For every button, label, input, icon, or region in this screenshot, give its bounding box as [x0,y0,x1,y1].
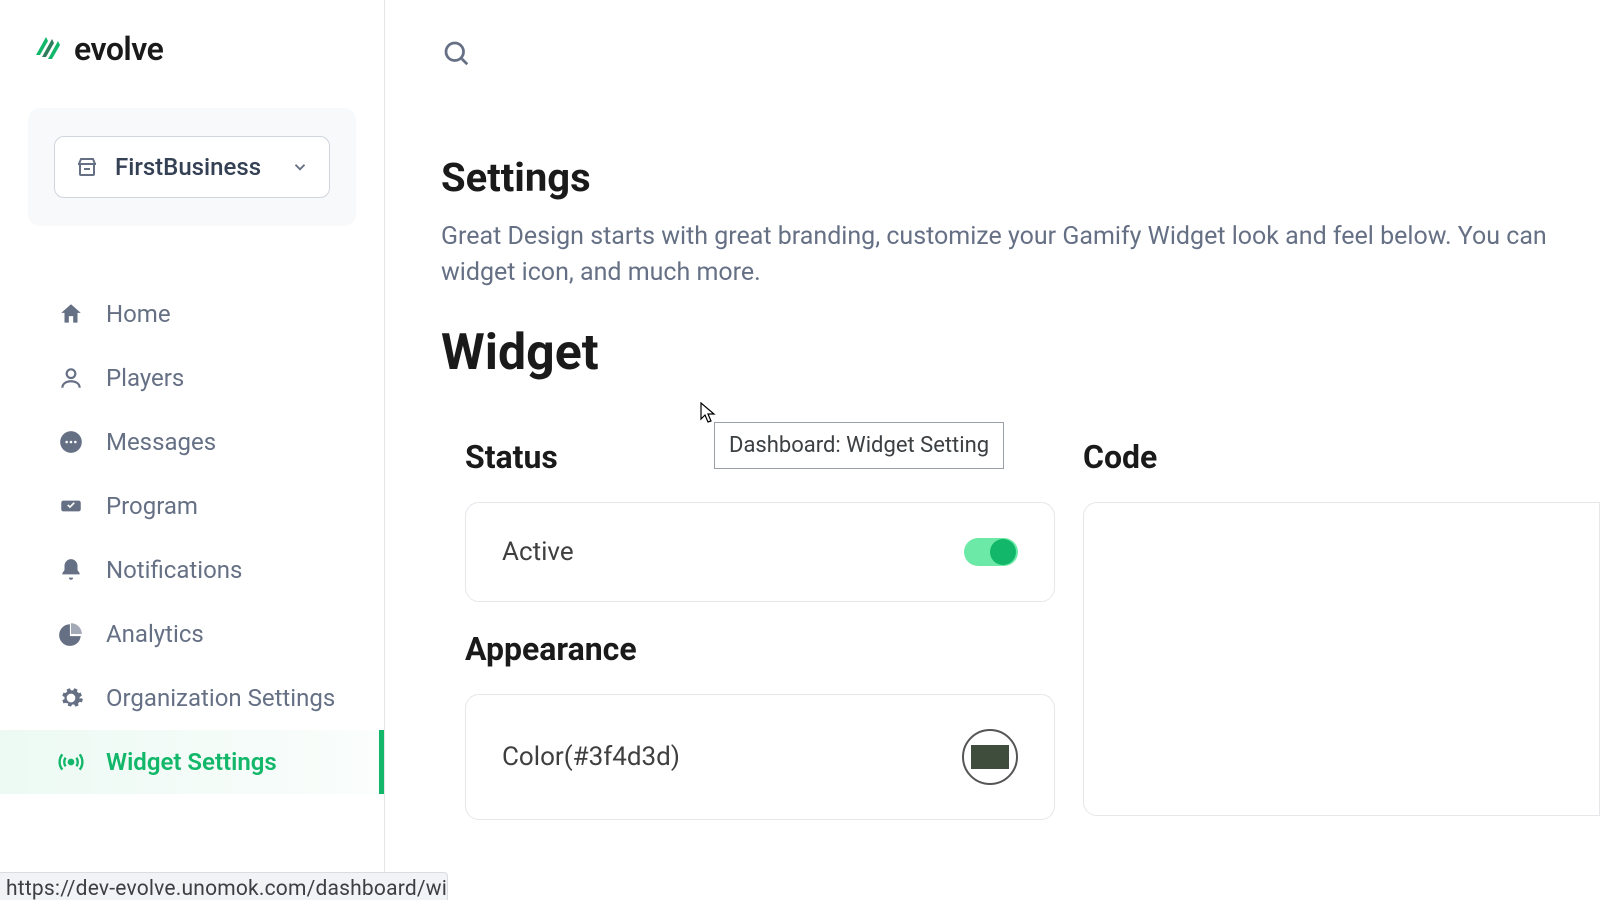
logo[interactable]: evolve [0,0,384,68]
code-snippet-box[interactable] [1083,502,1600,816]
nav-item-widget-settings[interactable]: Widget Settings [0,730,384,794]
tooltip: Dashboard: Widget Setting [714,422,1004,469]
nav-item-home[interactable]: Home [0,282,384,346]
toggle-knob [990,539,1016,565]
appearance-card: Color(#3f4d3d) [465,694,1055,820]
search-icon[interactable] [441,38,471,68]
logo-text: evolve [74,30,163,68]
chevron-down-icon [291,158,309,176]
nav-label: Notifications [106,556,242,584]
nav-item-notifications[interactable]: Notifications [0,538,384,602]
pie-chart-icon [58,621,84,647]
topbar [441,0,1600,72]
active-label: Active [502,537,574,567]
nav-label: Home [106,300,171,328]
nav-label: Messages [106,428,216,456]
sidebar: evolve FirstBusiness Home Players [0,0,385,900]
home-icon [58,301,84,327]
color-label: Color(#3f4d3d) [502,742,680,772]
code-heading: Code [1083,438,1600,476]
nav: Home Players Messages Program Notificati… [0,282,384,794]
section-title: Widget [441,324,1600,382]
broadcast-icon [58,749,84,775]
color-picker[interactable] [962,729,1018,785]
active-toggle[interactable] [964,538,1018,566]
org-selector[interactable]: FirstBusiness [54,136,330,198]
nav-item-players[interactable]: Players [0,346,384,410]
nav-item-analytics[interactable]: Analytics [0,602,384,666]
nav-item-program[interactable]: Program [0,474,384,538]
nav-label: Players [106,364,184,392]
org-selector-card: FirstBusiness [28,108,356,226]
color-swatch-inner [971,745,1009,769]
nav-label: Widget Settings [106,748,277,776]
nav-item-org-settings[interactable]: Organization Settings [0,666,384,730]
storefront-icon [75,155,99,179]
gear-icon [58,685,84,711]
nav-item-messages[interactable]: Messages [0,410,384,474]
nav-label: Program [106,492,198,520]
chat-icon [58,429,84,455]
user-icon [58,365,84,391]
nav-label: Analytics [106,620,204,648]
ticket-icon [58,493,84,519]
page-description: Great Design starts with great branding,… [441,219,1600,292]
org-name: FirstBusiness [115,153,275,181]
bell-icon [58,557,84,583]
nav-label: Organization Settings [106,684,335,712]
status-card: Active [465,502,1055,602]
page-title: Settings [441,154,1600,201]
logo-icon [32,33,64,65]
browser-status-url: https://dev-evolve.unomok.com/dashboard/… [0,872,448,900]
appearance-heading: Appearance [465,630,1055,668]
